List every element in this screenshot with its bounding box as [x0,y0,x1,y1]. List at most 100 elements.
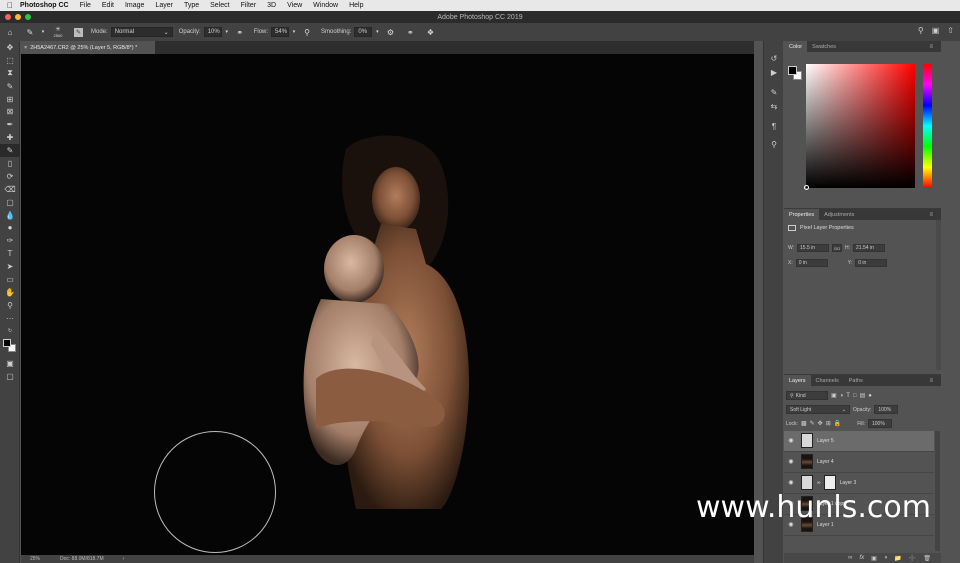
quick-select-tool-icon[interactable]: ✎ [0,80,20,93]
actions-play-icon[interactable]: ▶ [764,65,784,79]
eyedropper-tool-icon[interactable]: ✒ [0,118,20,131]
clone-stamp-tool-icon[interactable]: ▯ [0,157,20,170]
height-field[interactable]: 21.54 in [853,244,886,252]
tab-swatches[interactable]: Swatches [807,41,841,52]
lock-position-icon[interactable]: ✥ [818,420,823,427]
new-layer-icon[interactable]: ➕ [909,555,916,562]
pen-tool-icon[interactable]: ✑ [0,234,20,247]
frame-tool-icon[interactable]: ⊠ [0,105,20,118]
home-icon[interactable]: ⌂ [4,26,16,38]
chevron-down-icon[interactable]: ▾ [374,26,380,38]
crop-tool-icon[interactable]: ⊞ [0,93,20,106]
hue-slider[interactable] [923,64,932,188]
menu-file[interactable]: File [80,2,91,9]
filter-shape-icon[interactable]: □ [853,393,857,399]
chevron-down-icon[interactable]: ▾ [291,26,297,38]
menu-window[interactable]: Window [313,2,338,9]
character-panel-icon[interactable]: ¶ [764,119,784,133]
lasso-tool-icon[interactable]: ⧗ [0,67,20,80]
delete-layer-icon[interactable]: 🗑 [923,555,931,562]
color-field[interactable] [806,64,915,188]
visibility-eye-icon[interactable]: ◉ [784,479,798,486]
zoom-window-button[interactable] [25,14,31,20]
foreground-background-swatch[interactable] [0,337,20,357]
y-field[interactable]: 0 in [855,259,888,267]
new-group-icon[interactable]: 📁 [894,555,901,562]
close-window-button[interactable] [5,14,11,20]
brush-tool-preset-icon[interactable]: ✎ [24,26,36,38]
airbrush-icon[interactable]: ⚲ [301,26,313,38]
more-tools-icon[interactable]: ··· [0,312,20,325]
menu-image[interactable]: Image [125,2,144,9]
panel-menu-icon[interactable]: ≡ [924,41,938,52]
menu-3d[interactable]: 3D [267,2,276,9]
apple-icon[interactable]:  [0,1,20,10]
minimize-window-button[interactable] [15,14,21,20]
lock-transparent-icon[interactable]: ▩ [801,420,807,427]
menu-type[interactable]: Type [184,2,199,9]
workspace-icon[interactable]: ▣ [932,26,940,35]
screen-mode-icon[interactable]: ▢ [0,370,20,383]
panel-menu-icon[interactable]: ≡ [924,375,938,386]
layer-row-layer-5[interactable]: ◉ Layer 5 [784,431,934,452]
path-select-tool-icon[interactable]: ➤ [0,260,20,273]
type-tool-icon[interactable]: T [0,247,20,260]
visibility-eye-icon[interactable]: ◉ [784,437,798,444]
hand-tool-icon[interactable]: ✋ [0,286,20,299]
brush-settings-icon[interactable]: ✎ [764,85,784,99]
layer-row-layer-4[interactable]: ◉ Layer 4 [784,452,934,473]
layer-style-fx-icon[interactable]: fx [859,555,864,561]
shape-tool-icon[interactable]: ▭ [0,273,20,286]
lock-pixels-icon[interactable]: ✎ [810,420,815,427]
layers-scrollbar[interactable] [935,431,940,551]
opacity-field[interactable]: 10% [203,27,222,37]
width-field[interactable]: 15.5 in [797,244,830,252]
filter-smart-object-icon[interactable]: ▤ [860,392,866,399]
adjustment-layer-icon[interactable]: ◑ [884,555,888,561]
layer-filter-select[interactable]: ⚲ Kind [786,391,828,400]
zoom-level[interactable]: 25% [30,556,60,562]
share-icon[interactable]: ⇧ [947,26,954,35]
layer-opacity-field[interactable]: 100% [874,405,899,414]
smoothing-field[interactable]: 0% [354,27,373,37]
tab-paths[interactable]: Paths [844,375,868,386]
menu-select[interactable]: Select [210,2,229,9]
history-brush-tool-icon[interactable]: ⟳ [0,170,20,183]
lock-all-icon[interactable]: 🔒 [834,420,841,427]
blur-tool-icon[interactable]: 💧 [0,209,20,222]
history-panel-icon[interactable]: ↺ [764,51,784,65]
status-menu-icon[interactable]: › [123,556,125,562]
menu-layer[interactable]: Layer [155,2,173,9]
menu-filter[interactable]: Filter [241,2,257,9]
document-tab[interactable]: × 2H5A2467.CR2 @ 25% (Layer 5, RGB/8*) * [21,41,155,54]
color-picker-marker[interactable] [804,185,809,190]
pressure-opacity-icon[interactable]: ⚭ [234,26,246,38]
symmetry-icon[interactable]: ❖ [424,26,436,38]
healing-brush-tool-icon[interactable]: ✚ [0,131,20,144]
brush-size-picker[interactable]: ✳ 2500 [50,26,66,38]
marquee-tool-icon[interactable]: ⬚ [0,54,20,67]
gradient-tool-icon[interactable]: ▢ [0,196,20,209]
filter-toggle-icon[interactable]: ● [868,393,872,399]
properties-scrollbar[interactable] [936,220,941,370]
layer-mask-link-icon[interactable]: ∞ [817,480,821,486]
default-colors-icon[interactable]: ↻ [0,325,20,338]
filter-pixel-icon[interactable]: ▣ [831,392,837,399]
layer-mask-thumbnail[interactable] [823,475,836,491]
zoom-tool-icon[interactable]: ⚲ [0,299,20,312]
filter-adjustment-icon[interactable]: ◑ [840,393,844,399]
document-canvas[interactable] [21,54,754,555]
chevron-down-icon[interactable]: ▾ [40,26,46,38]
tab-adjustments[interactable]: Adjustments [819,209,859,220]
search-icon[interactable]: ⚲ [918,26,924,35]
close-icon[interactable]: × [24,45,27,51]
adjustments-sliders-icon[interactable]: ⇆ [764,99,784,113]
smoothing-options-gear-icon[interactable]: ⚙ [384,26,396,38]
navigator-panel-icon[interactable]: ⚲ [764,137,784,151]
mode-select[interactable]: Normal ⌄ [110,27,173,37]
brush-settings-panel-icon[interactable]: ✎ [74,27,83,37]
filter-type-icon[interactable]: T [846,393,850,399]
lock-artboard-icon[interactable]: ⊞ [826,420,831,427]
link-layers-icon[interactable]: ∞ [848,555,852,561]
pressure-size-icon[interactable]: ⚭ [404,26,416,38]
